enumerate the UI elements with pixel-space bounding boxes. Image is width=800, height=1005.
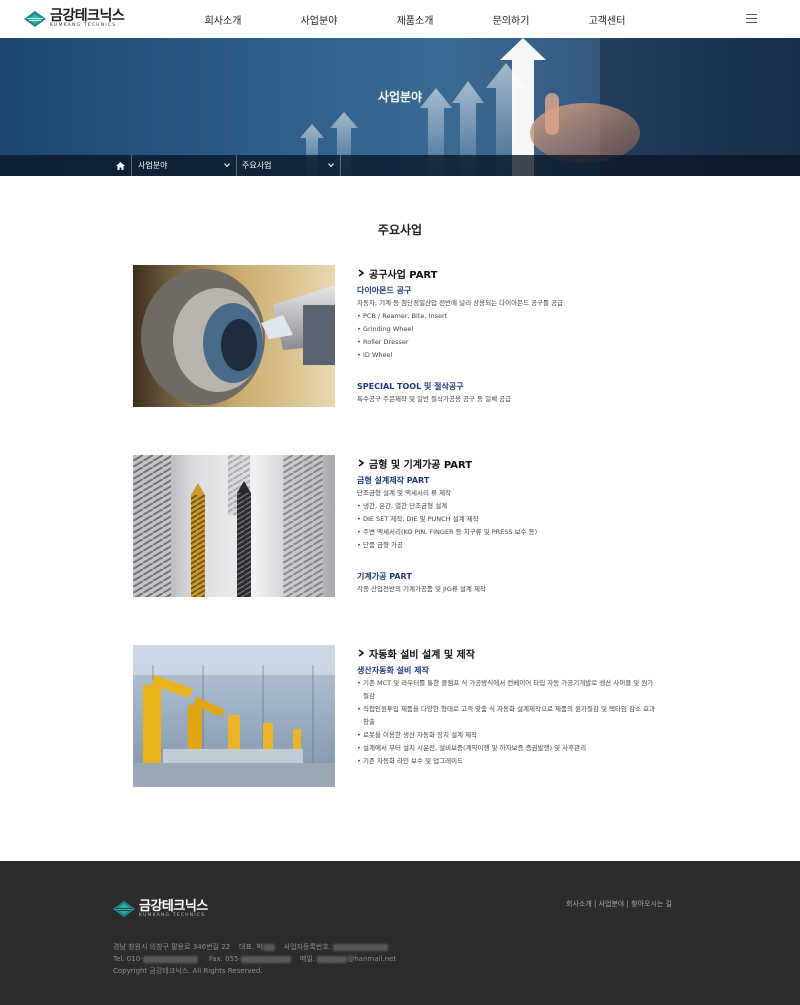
home-icon bbox=[116, 161, 125, 170]
main-nav: 회사소개 사업분야 제품소개 문의하기 고객센터 bbox=[175, 12, 655, 27]
footer-links[interactable]: 회사소개 | 사업분야 | 찾아오시는 길 bbox=[566, 899, 672, 909]
list-item: 기존 MCT 및 라우터를 통한 클램프 식 가공방식에서 컨베이어 타입 자동… bbox=[357, 677, 657, 703]
bullet-list: 기존 MCT 및 라우터를 통한 클램프 식 가공방식에서 컨베이어 타입 자동… bbox=[357, 677, 657, 768]
mold-drills-image bbox=[133, 455, 335, 597]
footer-logo[interactable]: 금강테크닉스 KUMKANG TECHNICS bbox=[113, 900, 208, 919]
list-item: DIE SET 제작, DIE 및 PUNCH 설계 제작 bbox=[357, 513, 697, 526]
nav-inquiry[interactable]: 문의하기 bbox=[463, 12, 559, 27]
section-heading-text: 공구사업 PART bbox=[369, 269, 438, 281]
footer-address: 경남 창원시 의창구 팔용로 346번길 22 bbox=[113, 943, 231, 951]
footer-tel: Tel. 010- bbox=[113, 955, 143, 963]
footer-ceo: 대표. 박 bbox=[239, 943, 263, 951]
chevron-down-icon bbox=[328, 163, 334, 168]
footer-email-domain: @hanmail.net bbox=[347, 955, 397, 963]
footer-email: 메일. bbox=[299, 955, 315, 963]
group-title: 기계가공 PART bbox=[357, 572, 412, 581]
nav-support[interactable]: 고객센터 bbox=[559, 12, 655, 27]
redacted bbox=[142, 955, 198, 963]
redacted bbox=[262, 943, 275, 951]
group-title: 생산자동화 설비 제작 bbox=[357, 666, 429, 675]
breadcrumb-label-business: 사업분야 bbox=[138, 161, 168, 170]
nav-products[interactable]: 제품소개 bbox=[367, 12, 463, 27]
hero-banner: 사업분야 사업분야 주요사업 bbox=[0, 38, 800, 176]
footer-logo-english: KUMKANG TECHNICS bbox=[139, 913, 206, 918]
chevron-right-icon bbox=[358, 649, 365, 657]
tool-lathe-image bbox=[133, 265, 335, 407]
footer-fax: Fax. 055- bbox=[208, 955, 241, 963]
footer-biz-number: 사업자등록번호. bbox=[283, 943, 332, 951]
list-item: PCB / Reamer, Bite, Insert bbox=[357, 310, 697, 323]
redacted bbox=[240, 955, 291, 963]
robot-factory-image bbox=[133, 645, 335, 787]
list-item: Grinding Wheel bbox=[357, 323, 697, 336]
site-logo[interactable]: 금강테크닉스 KUMKANG TECHNICS bbox=[24, 8, 125, 29]
site-footer: 금강테크닉스 KUMKANG TECHNICS 회사소개 | 사업분야 | 찾아… bbox=[0, 861, 800, 1005]
list-item: 주변 액세서리(KO PIN, FINGER 등 치구류 및 PRESS 보수 … bbox=[357, 526, 697, 539]
list-item: 직접인원투입 제품을 다양한 형태로 고객 맞춤 식 자동화 설계제작으로 제품… bbox=[357, 703, 657, 729]
footer-copyright: Copyright 금강테크닉스. All Rights Reserved. bbox=[113, 967, 263, 975]
page-title: 주요사업 bbox=[377, 223, 423, 237]
section-heading-text: 자동화 설비 설계 및 제작 bbox=[369, 649, 475, 661]
logo-english-text: KUMKANG TECHNICS bbox=[50, 23, 117, 28]
nav-company[interactable]: 회사소개 bbox=[175, 12, 271, 27]
list-item: 냉간, 온간, 열간 단조금형 설계 bbox=[357, 500, 697, 513]
breadcrumb-dropdown-main-business[interactable]: 주요사업 bbox=[237, 155, 341, 176]
group-title: 다이아몬드 공구 bbox=[357, 286, 412, 295]
list-item: 기존 자동화 라인 보수 및 업그레이드 bbox=[357, 755, 657, 768]
list-item: ID Wheel bbox=[357, 349, 697, 362]
group-desc: 자동차, 기계 등 첨단정밀산업 전반에 널리 상용되는 다이아몬드 공구를 공… bbox=[357, 299, 564, 307]
redacted bbox=[317, 955, 348, 963]
breadcrumb: 사업분야 주요사업 bbox=[0, 155, 800, 176]
breadcrumb-label-main-business: 주요사업 bbox=[242, 161, 272, 170]
section-heading-text: 금형 및 기계가공 PART bbox=[369, 459, 473, 471]
breadcrumb-dropdown-business[interactable]: 사업분야 bbox=[133, 155, 237, 176]
chevron-down-icon bbox=[224, 163, 230, 168]
logo-diamond-icon bbox=[113, 901, 135, 918]
list-item: 단품 금형 가공 bbox=[357, 539, 697, 552]
redacted bbox=[333, 943, 389, 951]
section-heading: 자동화 설비 설계 및 제작 bbox=[357, 645, 697, 661]
group-desc: 특수공구 주문제작 및 일반 절삭가공용 공구 등 일체 공급 bbox=[357, 395, 512, 403]
chevron-right-icon bbox=[358, 269, 365, 277]
bullet-list: 냉간, 온간, 열간 단조금형 설계 DIE SET 제작, DIE 및 PUN… bbox=[357, 500, 697, 552]
hamburger-menu-icon[interactable] bbox=[746, 14, 757, 23]
group-desc: 단조금형 설계 및 액세서리 류 제작 bbox=[357, 489, 452, 497]
section-heading: 금형 및 기계가공 PART bbox=[357, 455, 697, 471]
breadcrumb-home[interactable] bbox=[110, 155, 132, 176]
group-desc: 각종 산업전반의 기계가공품 및 JIG류 설계 제작 bbox=[357, 585, 486, 593]
section-heading: 공구사업 PART bbox=[357, 265, 697, 281]
list-item: Roller Dresser bbox=[357, 336, 697, 349]
footer-logo-korean: 금강테크닉스 bbox=[139, 899, 208, 914]
nav-business[interactable]: 사업분야 bbox=[271, 12, 367, 27]
bullet-list: PCB / Reamer, Bite, Insert Grinding Whee… bbox=[357, 310, 697, 362]
list-item: 로봇을 이용한 생산 자동화 장치 설계 제작 bbox=[357, 729, 657, 742]
list-item: 설계에서 부터 설치 시운전, 설비보증(계약이행 및 하자보증 증권발행) 및… bbox=[357, 742, 657, 755]
logo-diamond-icon bbox=[24, 10, 46, 27]
group-title: 금형 설계제작 PART bbox=[357, 476, 430, 485]
footer-info: 경남 창원시 의창구 팔용로 346번길 22 대표. 박 사업자등록번호. T… bbox=[113, 941, 396, 977]
site-header: 금강테크닉스 KUMKANG TECHNICS 회사소개 사업분야 제품소개 문… bbox=[0, 0, 800, 38]
logo-korean-text: 금강테크닉스 bbox=[50, 8, 125, 24]
group-title: SPECIAL TOOL 및 절삭공구 bbox=[357, 382, 464, 391]
hero-title: 사업분야 bbox=[377, 90, 423, 104]
chevron-right-icon bbox=[358, 459, 365, 467]
